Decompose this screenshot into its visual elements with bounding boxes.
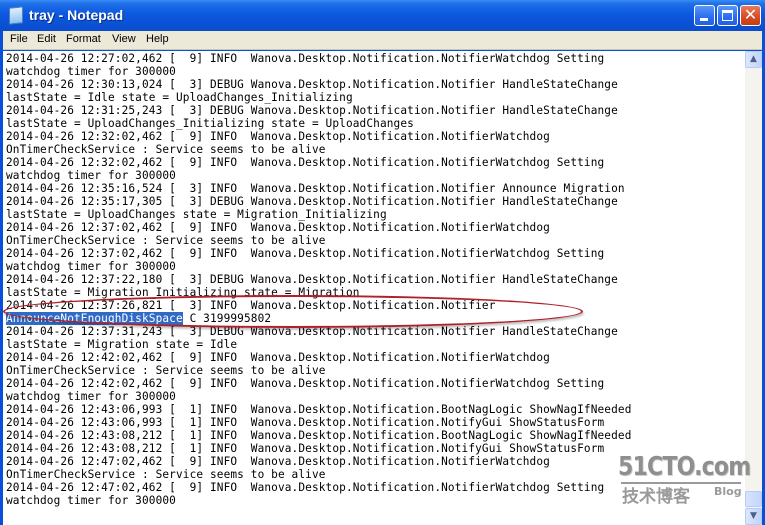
text-line: 2014-04-26 12:37:31,243 [ 3] DEBUG Wanov… [6, 325, 618, 338]
close-button[interactable]: ✕ [740, 5, 761, 26]
scroll-down-button[interactable]: ▼ [745, 508, 762, 525]
text-line: 2014-04-26 12:37:02,462 [ 9] INFO Wanova… [6, 221, 550, 234]
vertical-scrollbar[interactable]: ▲ ▼ [745, 51, 762, 525]
notepad-icon [9, 6, 23, 25]
text-line: 2014-04-26 12:32:02,462 [ 9] INFO Wanova… [6, 130, 550, 143]
text-line: OnTimerCheckService : Service seems to b… [6, 364, 326, 377]
text-line: watchdog timer for 300000 [6, 169, 176, 182]
maximize-icon [722, 10, 733, 21]
menu-file[interactable]: File [10, 33, 28, 45]
text-line: 2014-04-26 12:30:13,024 [ 3] DEBUG Wanov… [6, 78, 618, 91]
text-line: 2014-04-26 12:43:06,993 [ 1] INFO Wanova… [6, 416, 605, 429]
text-line: watchdog timer for 300000 [6, 260, 176, 273]
text-line: OnTimerCheckService : Service seems to b… [6, 143, 326, 156]
selected-line[interactable]: AnnounceNotEnoughDiskSpace C 3199995802 [6, 312, 271, 325]
minimize-button[interactable] [694, 5, 715, 26]
text-line: 2014-04-26 12:31:25,243 [ 3] DEBUG Wanov… [6, 104, 618, 117]
text-line: lastState = UploadChanges_Initializing s… [6, 117, 414, 130]
text-line: 2014-04-26 12:42:02,462 [ 9] INFO Wanova… [6, 377, 605, 390]
text-line: 2014-04-26 12:47:02,462 [ 9] INFO Wanova… [6, 455, 550, 468]
chevron-up-icon: ▲ [750, 54, 757, 64]
text-line: 2014-04-26 12:37:02,462 [ 9] INFO Wanova… [6, 247, 605, 260]
text-line: 2014-04-26 12:43:08,212 [ 1] INFO Wanova… [6, 429, 632, 442]
text-line: 2014-04-26 12:42:02,462 [ 9] INFO Wanova… [6, 351, 550, 364]
text-line: 2014-04-26 12:37:22,180 [ 3] DEBUG Wanov… [6, 273, 618, 286]
minimize-icon [700, 18, 708, 21]
close-icon: ✕ [743, 5, 758, 24]
text-line: lastState = Idle state = UploadChanges_I… [6, 91, 353, 104]
title-bar[interactable]: tray - Notepad ✕ [0, 0, 765, 31]
text-line: 2014-04-26 12:43:08,212 [ 1] INFO Wanova… [6, 442, 605, 455]
notepad-window: tray - Notepad ✕ File Edit Format View H… [0, 0, 765, 525]
text-line: 2014-04-26 12:35:17,305 [ 3] DEBUG Wanov… [6, 195, 618, 208]
text-line: 2014-04-26 12:27:02,462 [ 9] INFO Wanova… [6, 52, 605, 65]
selection-trailing-text: C 3199995802 [182, 312, 272, 325]
menu-view[interactable]: View [112, 33, 136, 45]
text-line: 2014-04-26 12:47:02,462 [ 9] INFO Wanova… [6, 481, 605, 494]
text-line: watchdog timer for 300000 [6, 65, 176, 78]
menu-format[interactable]: Format [66, 33, 101, 45]
text-line: lastState = UploadChanges state = Migrat… [6, 208, 387, 221]
text-line: lastState = Migration_Initializing state… [6, 286, 360, 299]
maximize-button[interactable] [717, 5, 738, 26]
window-title: tray - Notepad [29, 7, 124, 23]
scroll-up-button[interactable]: ▲ [745, 51, 762, 68]
text-line: OnTimerCheckService : Service seems to b… [6, 234, 326, 247]
menu-bar: File Edit Format View Help [3, 31, 762, 50]
selected-text[interactable]: AnnounceNotEnoughDiskSpace [6, 312, 183, 325]
text-line: lastState = Migration state = Idle [6, 338, 238, 351]
text-line: watchdog timer for 300000 [6, 390, 176, 403]
text-line: 2014-04-26 12:37:26,821 [ 3] INFO Wanova… [6, 299, 496, 312]
text-line: OnTimerCheckService : Service seems to b… [6, 468, 326, 481]
text-line: watchdog timer for 300000 [6, 494, 176, 507]
chevron-down-icon: ▼ [750, 511, 757, 521]
scroll-thumb[interactable] [745, 491, 762, 507]
text-editor[interactable]: 2014-04-26 12:27:02,462 [ 9] INFO Wanova… [3, 51, 745, 525]
text-line: 2014-04-26 12:32:02,462 [ 9] INFO Wanova… [6, 156, 605, 169]
text-line: 2014-04-26 12:43:06,993 [ 1] INFO Wanova… [6, 403, 632, 416]
text-line: 2014-04-26 12:35:16,524 [ 3] INFO Wanova… [6, 182, 625, 195]
menu-edit[interactable]: Edit [37, 33, 56, 45]
menu-help[interactable]: Help [146, 33, 169, 45]
